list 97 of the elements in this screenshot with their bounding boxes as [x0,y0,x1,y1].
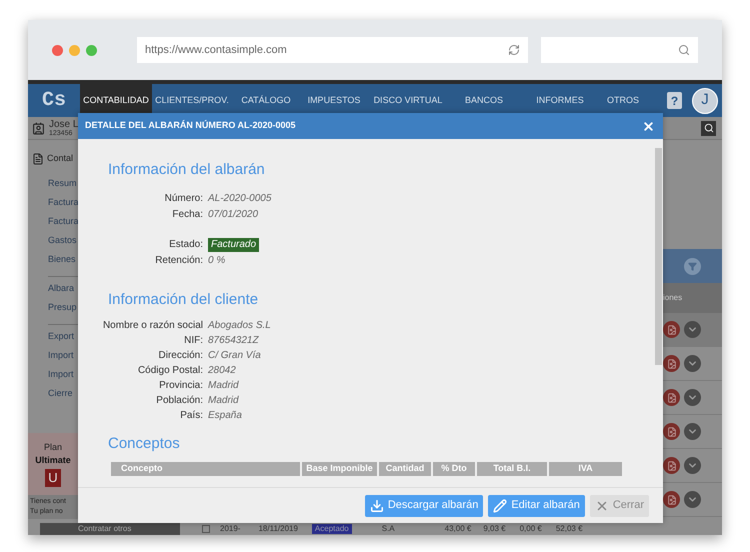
table-cell: 43,00 € [444,523,472,535]
download-button[interactable]: Descargar albarán [364,494,484,516]
help-icon[interactable]: ? [667,92,682,109]
field-label: País: [179,409,203,423]
user-name: Jose L [49,120,78,130]
sidebar-link[interactable]: Factura [48,194,78,212]
sidebar-link[interactable]: Presup [48,298,78,318]
sidebar-link[interactable]: Import [48,346,78,366]
filter-icon [688,262,697,270]
document-icon [32,152,44,165]
field-value: Madrid [208,394,239,408]
status-badge: Aceptado [312,524,352,534]
column-header: Cantidad [379,462,431,476]
contact-icon [32,122,45,134]
address-bar[interactable]: https://www.contasimple.com [137,37,528,63]
reload-icon[interactable] [508,44,520,56]
dialog-title: DETALLE DEL ALBARÁN NÚMERO AL-2020-0005 [85,119,297,132]
plan-badge: U [45,468,61,486]
field-label: Estado: [168,238,203,252]
search-field[interactable] [541,37,698,63]
status-badge: Facturado [208,238,260,252]
field-label: Población: [155,394,203,408]
field-value: España [208,409,242,423]
sidebar-link[interactable]: Bienes [48,250,78,270]
sidebar-link[interactable]: Resum [48,174,78,194]
nav-tab[interactable]: IMPUESTOS [300,84,368,117]
column-header: iones [663,292,682,304]
edit-button[interactable]: Editar albarán [488,494,585,516]
section-heading: Información del cliente [107,290,260,310]
pdf-button[interactable] [663,389,680,406]
sidebar-link[interactable]: Factura [48,212,78,232]
nav-tab[interactable]: INFORMES [520,84,600,117]
search-button[interactable] [701,120,716,136]
row-checkbox[interactable] [202,525,210,533]
sidebar-link[interactable]: Import [48,366,78,384]
table-cell: 18/11/2019 [258,523,298,535]
dropdown-button[interactable] [684,389,701,406]
field-label: Código Postal: [136,364,203,378]
table-cell: S.A [382,523,395,535]
logo[interactable]: Cs [28,84,80,117]
table-cell: 52,03 € [556,523,583,535]
plan-label: Plan [44,440,62,454]
table-cell: 0,00 € [520,523,542,535]
pdf-button[interactable] [663,457,680,474]
field-label: Fecha: [171,208,203,222]
close-icon[interactable] [642,120,655,132]
pdf-button[interactable] [663,491,680,508]
field-value: AL-2020-0005 [208,192,272,206]
search-icon [704,123,714,133]
column-header: Concepto [111,462,300,476]
column-header: % Dto [433,462,475,476]
field-value: 28042 [208,364,236,378]
sidebar-link[interactable]: Cierre [48,384,78,404]
nav-tab[interactable]: CATÁLOGO [232,84,300,117]
field-label: Dirección: [158,349,203,363]
field-label: Nombre o razón social [102,319,203,333]
sidebar-link[interactable]: Gastos [48,232,78,250]
field-value: 0 % [208,254,226,268]
column-header: Base Imponible [302,462,377,476]
pencil-icon [493,498,508,512]
dropdown-button[interactable] [684,423,701,440]
section-heading: Conceptos [107,434,181,454]
nav-tab[interactable]: CLIENTES/PROV. [152,84,232,117]
nav-tab[interactable]: OTROS [600,84,646,117]
table-cell: 9,03 € [483,523,506,535]
plan-name: Ultimate [35,454,71,467]
search-icon [678,44,690,56]
contract-button[interactable]: Contratar otros [40,523,180,535]
table-cell: 2019- [220,523,240,535]
dropdown-button[interactable] [684,457,701,474]
pdf-button[interactable] [663,355,680,372]
sidebar-link[interactable]: Albara [48,280,78,298]
close-button[interactable]: Cerrar [590,494,649,516]
dropdown-button[interactable] [684,491,701,508]
field-value: Madrid [208,379,239,393]
avatar[interactable]: J [692,88,718,114]
sidebar-section: Contal [47,152,74,166]
sidebar-link[interactable]: Export [48,328,78,346]
field-value: Abogados S.L [208,319,271,333]
field-label: NIF: [183,334,203,348]
column-header: IVA [549,462,622,476]
download-icon [370,498,384,512]
column-header: Total B.I. [477,462,547,476]
dropdown-button[interactable] [684,355,701,372]
field-value: 87654321Z [208,334,259,348]
nav-tab[interactable]: BANCOS [448,84,520,117]
section-heading: Información del albarán [107,160,266,180]
pdf-button[interactable] [663,423,680,440]
field-label: Número: [164,192,203,206]
field-value: C/ Gran Vía [208,349,261,363]
pdf-button[interactable] [663,321,680,338]
filter-button[interactable] [684,258,701,274]
dropdown-button[interactable] [684,321,701,338]
field-label: Retención: [154,254,203,268]
field-label: Provincia: [158,379,203,393]
field-value: 07/01/2020 [208,208,258,222]
nav-tab[interactable]: DISCO VIRTUAL [368,84,448,117]
